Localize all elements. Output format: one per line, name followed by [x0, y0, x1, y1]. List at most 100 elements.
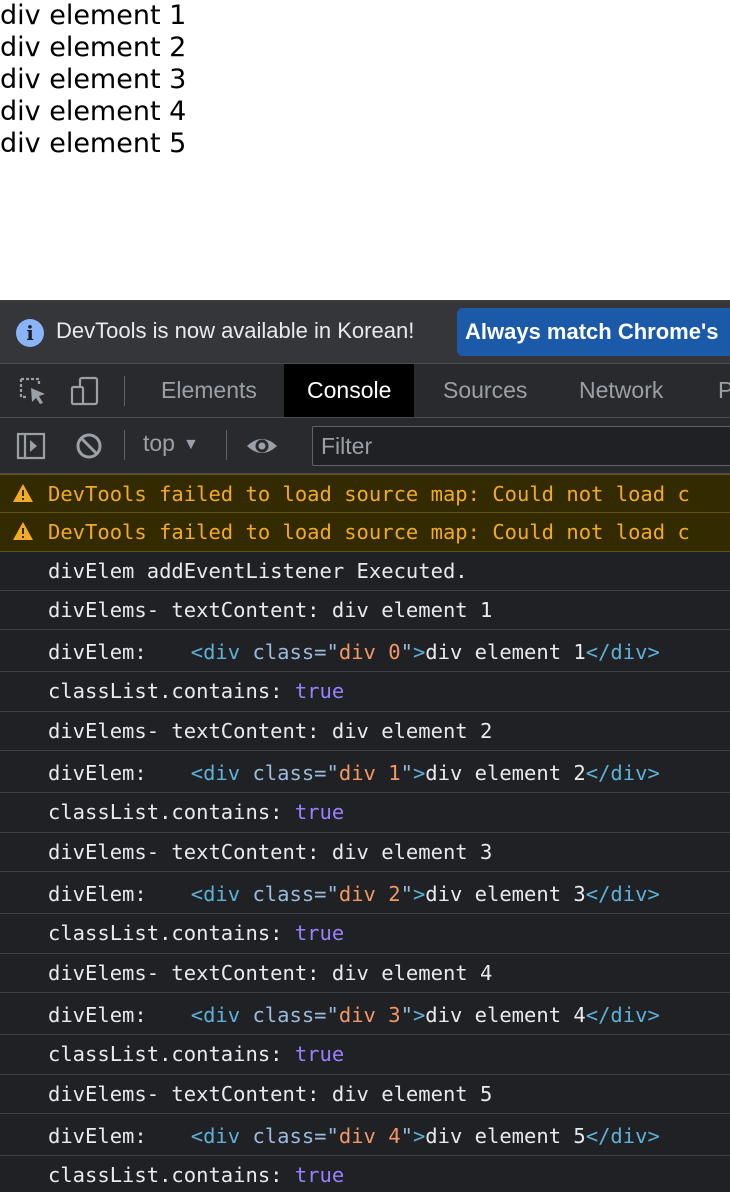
html-tag: <div	[190, 761, 241, 785]
warning-text: DevTools failed to load source map: Coul…	[48, 482, 690, 506]
html-attr-name: class=	[252, 882, 327, 906]
tab-more[interactable]: P	[718, 364, 730, 417]
log-text: divElems- textContent: div element 2	[48, 719, 493, 743]
console-log-element[interactable]: divElem: <div class="div 0">div element 1…	[0, 630, 730, 672]
console-log: classList.contains: true	[0, 793, 730, 833]
html-tag: >	[412, 1003, 426, 1027]
warning-text: DevTools failed to load source map: Coul…	[48, 520, 690, 544]
console-log: classList.contains: true	[0, 672, 730, 712]
log-text: divElems- textContent: div element 5	[48, 1082, 493, 1106]
warning-icon	[13, 484, 33, 502]
html-inner-text: div element 2	[425, 761, 586, 785]
html-attr-quote: "	[326, 640, 339, 664]
log-text: divElems- textContent: div element 3	[48, 840, 493, 864]
tab-console[interactable]: Console	[284, 364, 415, 417]
html-attr-name: class=	[252, 761, 327, 785]
dropdown-arrow-icon: ▼	[182, 436, 199, 453]
page-div-2: div element 2	[0, 32, 187, 63]
log-label: classList.contains:	[48, 1163, 283, 1187]
log-label: divElem:	[48, 640, 147, 664]
html-tag: >	[412, 640, 426, 664]
filter-input-box	[312, 426, 730, 466]
html-attr-name: class=	[252, 640, 327, 664]
html-inner-text: div element 3	[425, 882, 586, 906]
toolbar-divider	[124, 430, 125, 460]
inspect-element-icon[interactable]	[18, 376, 48, 406]
html-attr-value: div 1	[338, 761, 401, 785]
html-attr-quote: "	[326, 1003, 339, 1027]
page-div-5: div element 5	[0, 128, 187, 159]
html-inner-text: div element 5	[425, 1124, 586, 1148]
console-toolbar: top ▼	[0, 418, 730, 474]
tab-elements[interactable]: Elements	[161, 364, 257, 417]
html-inner-text: div element 1	[425, 640, 586, 664]
page-div-3: div element 3	[0, 64, 187, 95]
language-infobar: i DevTools is now available in Korean! A…	[0, 302, 730, 364]
device-toolbar-icon[interactable]	[70, 376, 100, 406]
log-label: divElem:	[48, 1003, 147, 1027]
html-attr-quote: "	[326, 761, 339, 785]
log-boolean: true	[294, 1163, 345, 1187]
sidebar-toggle-icon[interactable]	[16, 431, 46, 461]
html-tag: </div>	[585, 1124, 660, 1148]
log-text: divElems- textContent: div element 4	[48, 961, 493, 985]
console-log: divElems- textContent: div element 5	[0, 1075, 730, 1114]
html-attr-name: class=	[252, 1124, 327, 1148]
info-icon: i	[16, 319, 44, 347]
toolbar-divider	[226, 430, 227, 460]
clear-console-icon[interactable]	[74, 431, 104, 461]
html-tag: <div	[190, 640, 241, 664]
console-log-element[interactable]: divElem: <div class="div 2">div element 3…	[0, 872, 730, 914]
console-log: divElems- textContent: div element 2	[0, 712, 730, 751]
log-label: divElem:	[48, 761, 147, 785]
html-tag: >	[412, 882, 426, 906]
devtools-panel: i DevTools is now available in Korean! A…	[0, 300, 730, 1192]
html-attr-value: div 0	[338, 640, 401, 664]
html-attr-value: div 3	[338, 1003, 401, 1027]
log-label: classList.contains:	[48, 800, 283, 824]
console-log: divElems- textContent: div element 3	[0, 833, 730, 872]
console-output: DevTools failed to load source map: Coul…	[0, 474, 730, 1192]
html-attr-quote: "	[400, 640, 413, 664]
log-boolean: true	[294, 921, 345, 945]
html-tag: </div>	[585, 882, 660, 906]
html-attr-quote: "	[400, 1124, 413, 1148]
html-tag: >	[412, 1124, 426, 1148]
console-log-element[interactable]: divElem: <div class="div 3">div element 4…	[0, 993, 730, 1035]
html-attr-quote: "	[326, 1124, 339, 1148]
tab-sources[interactable]: Sources	[443, 364, 527, 417]
console-warning: DevTools failed to load source map: Coul…	[0, 474, 730, 513]
html-attr-value: div 2	[338, 882, 401, 906]
console-log: divElems- textContent: div element 1	[0, 591, 730, 630]
log-label: divElem:	[48, 1124, 147, 1148]
html-attr-quote: "	[400, 882, 413, 906]
filter-input[interactable]	[313, 427, 730, 465]
html-tag: <div	[190, 1003, 241, 1027]
console-log: classList.contains: true	[0, 1035, 730, 1075]
context-selector[interactable]: top ▼	[143, 430, 199, 457]
console-log-element[interactable]: divElem: <div class="div 1">div element 2…	[0, 751, 730, 793]
html-tag: </div>	[585, 761, 660, 785]
html-tag: </div>	[585, 1003, 660, 1027]
tab-network[interactable]: Network	[579, 364, 663, 417]
log-text: divElems- textContent: div element 1	[48, 598, 493, 622]
devtools-tabbar: Elements Console Sources Network P	[0, 364, 730, 418]
console-log: divElems- textContent: div element 4	[0, 954, 730, 993]
warning-icon	[13, 522, 33, 540]
html-attr-quote: "	[326, 882, 339, 906]
eye-icon[interactable]	[246, 431, 278, 461]
log-label: divElem:	[48, 882, 147, 906]
console-log-element[interactable]: divElem: <div class="div 4">div element 5…	[0, 1114, 730, 1156]
html-tag: <div	[190, 1124, 241, 1148]
log-boolean: true	[294, 800, 345, 824]
page-div-1: div element 1	[0, 0, 187, 31]
infobar-message: DevTools is now available in Korean!	[56, 318, 415, 343]
html-attr-name: class=	[252, 1003, 327, 1027]
page-content: div element 1 div element 2 div element …	[0, 0, 186, 160]
context-selector-value: top	[143, 430, 175, 456]
console-warning: DevTools failed to load source map: Coul…	[0, 513, 730, 552]
log-label: classList.contains:	[48, 679, 283, 703]
log-label: classList.contains:	[48, 921, 283, 945]
log-text: divElem addEventListener Executed.	[48, 559, 468, 583]
always-match-button[interactable]: Always match Chrome's	[457, 308, 730, 356]
